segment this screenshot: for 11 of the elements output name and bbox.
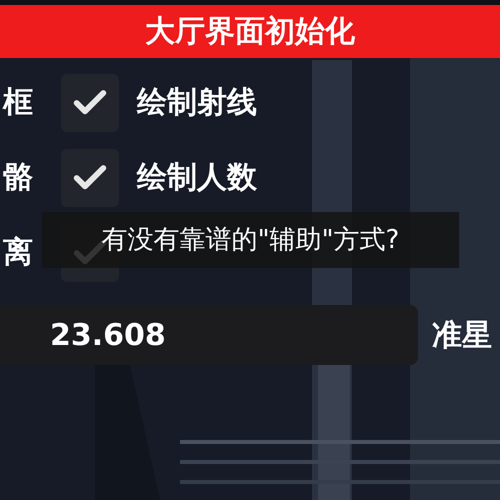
option-label: 骼 <box>2 158 34 196</box>
option-label: 离 <box>2 234 34 272</box>
option-label: 框 <box>1 84 34 122</box>
caption-toast: 有没有靠谱的"辅助"方式? <box>42 212 459 268</box>
checkbox[interactable] <box>61 74 119 132</box>
value-field[interactable]: 23.608 <box>0 305 418 365</box>
option-label: 绘制射线 <box>137 84 257 122</box>
option-label: 准星 <box>432 316 492 354</box>
option-label: 绘制人数 <box>137 159 257 197</box>
title-bar: 大厅界面初始化 <box>0 5 500 58</box>
checkbox[interactable] <box>61 148 119 206</box>
